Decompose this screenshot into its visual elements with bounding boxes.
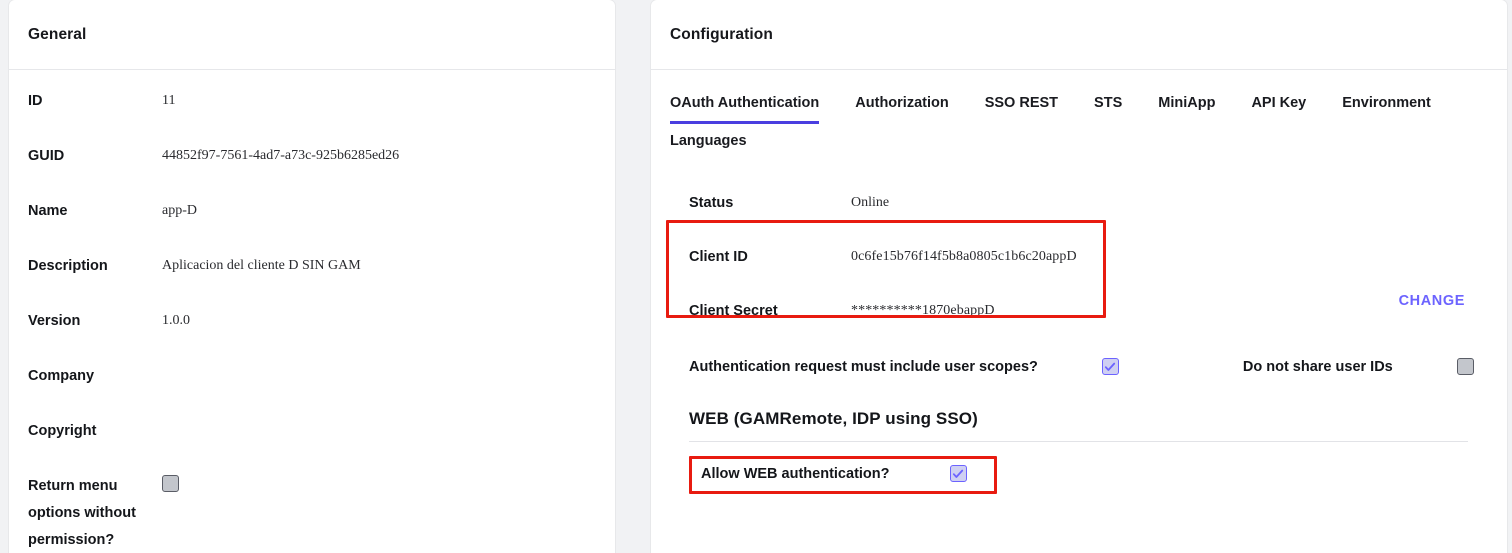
tab-languages[interactable]: Languages [670, 124, 1488, 162]
field-row-return-menu-options: Return menu options without permission? [9, 473, 615, 553]
config-row-client-secret: Client Secret **********1870ebappD [689, 284, 1488, 338]
field-row-name: Name app-D [9, 198, 615, 253]
tab-oauth-authentication[interactable]: OAuth Authentication [670, 86, 820, 124]
field-value-id: 11 [162, 93, 176, 108]
do-not-share-user-ids-checkbox-group: Do not share user IDs [1243, 358, 1474, 375]
checkbox-checked-icon[interactable] [1101, 358, 1119, 375]
allow-web-auth-checkbox-group: Allow WEB authentication? [689, 456, 979, 491]
configuration-panel-header: Configuration [651, 0, 1507, 70]
user-scopes-checkbox-group: Authentication request must include user… [689, 358, 1119, 375]
config-value-client-id: 0c6fe15b76f14f5b8a0805c1b6c20appD [851, 249, 1077, 264]
config-label-client-secret: Client Secret [689, 303, 778, 319]
field-label-return-menu-options: Return menu options without permission? [28, 478, 136, 548]
configuration-panel: Configuration OAuth Authentication Autho… [651, 0, 1507, 553]
tabs-container: OAuth Authentication Authorization SSO R… [651, 70, 1507, 162]
checkbox-row-primary: Authentication request must include user… [689, 358, 1488, 375]
app-root: General ID 11 GUID 44852f97-7561-4ad7-a7… [0, 0, 1512, 553]
change-secret-button[interactable]: CHANGE [1399, 293, 1465, 309]
user-scopes-label: Authentication request must include user… [689, 358, 1038, 375]
field-row-company: Company [9, 363, 615, 418]
tab-api-key[interactable]: API Key [1251, 86, 1306, 124]
config-row-status: Status Online [689, 176, 1488, 230]
field-row-version: Version 1.0.0 [9, 308, 615, 363]
general-panel: General ID 11 GUID 44852f97-7561-4ad7-a7… [9, 0, 615, 553]
config-row-client-id: Client ID 0c6fe15b76f14f5b8a0805c1b6c20a… [689, 230, 1488, 284]
checkbox-checked-icon[interactable] [949, 465, 967, 482]
field-row-id: ID 11 [9, 88, 615, 143]
field-label-description: Description [28, 258, 108, 274]
field-value-name: app-D [162, 203, 197, 218]
web-section-title: WEB (GAMRemote, IDP using SSO) [689, 409, 978, 428]
tab-environment[interactable]: Environment [1342, 86, 1431, 124]
field-value-description: Aplicacion del cliente D SIN GAM [162, 258, 361, 273]
section-divider [689, 441, 1468, 442]
general-panel-header: General [9, 0, 615, 70]
status-badge: Online [851, 195, 890, 210]
page-title: General [28, 25, 87, 43]
config-label-status: Status [689, 195, 734, 211]
tab-sts[interactable]: STS [1094, 86, 1122, 124]
field-label-guid: GUID [28, 148, 65, 164]
config-label-client-id: Client ID [689, 249, 748, 265]
checkbox-unchecked-icon[interactable] [1456, 358, 1474, 375]
field-label-copyright: Copyright [28, 423, 97, 439]
oauth-authentication-pane: Status Online Client ID 0c6fe15b76f14f5b… [651, 162, 1507, 494]
allow-web-auth-wrap: Allow WEB authentication? [689, 456, 1488, 494]
config-value-client-secret: **********1870ebappD [851, 303, 995, 318]
tab-sso-rest[interactable]: SSO REST [985, 86, 1058, 124]
field-row-guid: GUID 44852f97-7561-4ad7-a73c-925b6285ed2… [9, 143, 615, 198]
general-form: ID 11 GUID 44852f97-7561-4ad7-a73c-925b6… [9, 70, 615, 553]
tab-authorization[interactable]: Authorization [855, 86, 948, 124]
field-label-id: ID [28, 93, 43, 109]
checkbox-unchecked-icon[interactable] [162, 475, 179, 492]
return-menu-checkbox-wrap [162, 473, 179, 497]
configuration-title: Configuration [670, 25, 773, 43]
field-row-description: Description Aplicacion del cliente D SIN… [9, 253, 615, 308]
field-value-guid: 44852f97-7561-4ad7-a73c-925b6285ed26 [162, 148, 400, 163]
allow-web-auth-label: Allow WEB authentication? [701, 465, 890, 482]
tab-list: OAuth Authentication Authorization SSO R… [670, 86, 1488, 162]
field-label-version: Version [28, 313, 81, 329]
field-label-name: Name [28, 203, 68, 219]
field-row-copyright: Copyright [9, 418, 615, 473]
field-value-version: 1.0.0 [162, 313, 190, 328]
do-not-share-user-ids-label: Do not share user IDs [1242, 358, 1393, 375]
tab-miniapp[interactable]: MiniApp [1158, 86, 1215, 124]
field-label-company: Company [28, 368, 95, 384]
